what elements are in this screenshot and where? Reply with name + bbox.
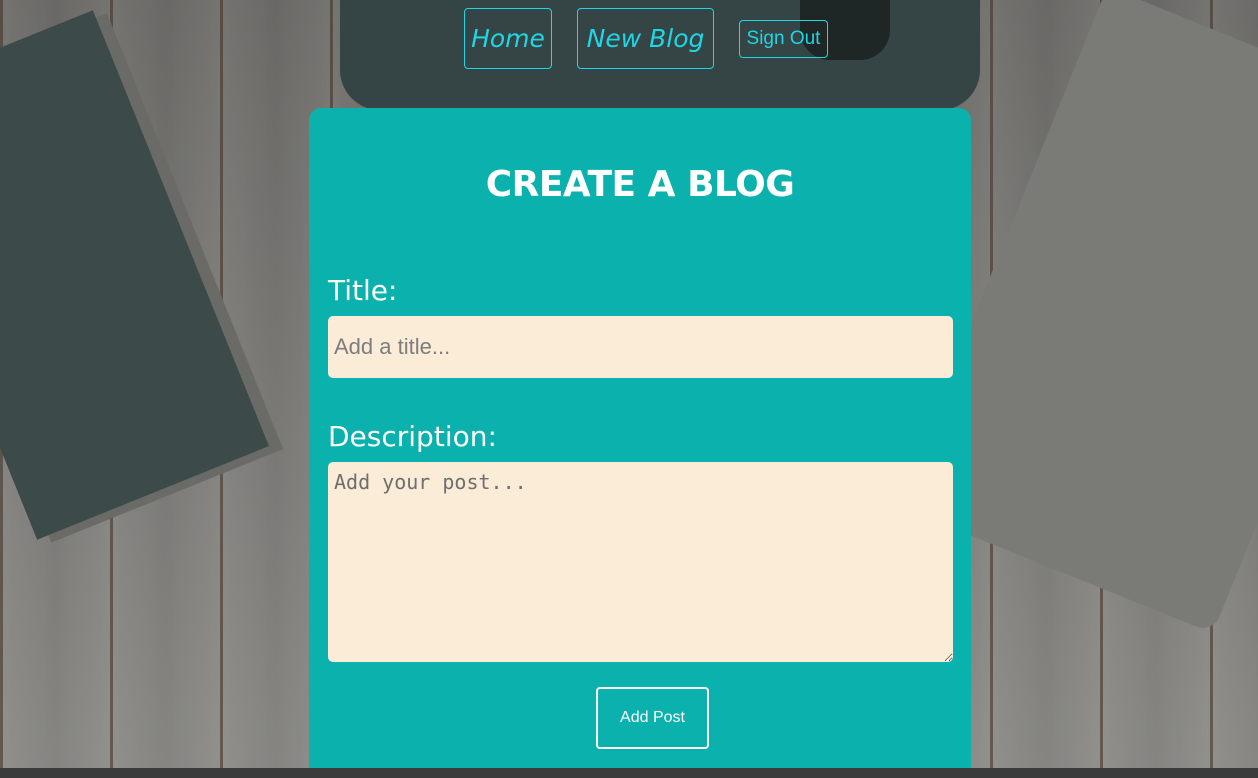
bottom-bar [0, 768, 1258, 778]
nav-sign-out-button[interactable]: Sign Out [739, 20, 828, 58]
background-book-image [0, 10, 269, 540]
description-label: Description: [328, 420, 497, 453]
top-navigation: Home New Blog Sign Out [0, 8, 1258, 70]
description-textarea[interactable] [328, 462, 953, 662]
title-input[interactable] [328, 316, 953, 378]
nav-home-link[interactable]: Home [464, 8, 552, 69]
create-blog-card: CREATE A BLOG Title: Description: Add Po… [309, 108, 971, 768]
nav-new-blog-link[interactable]: New Blog [577, 8, 714, 69]
add-post-button[interactable]: Add Post [596, 687, 709, 749]
page-title: CREATE A BLOG [485, 164, 795, 205]
title-label: Title: [328, 274, 398, 307]
